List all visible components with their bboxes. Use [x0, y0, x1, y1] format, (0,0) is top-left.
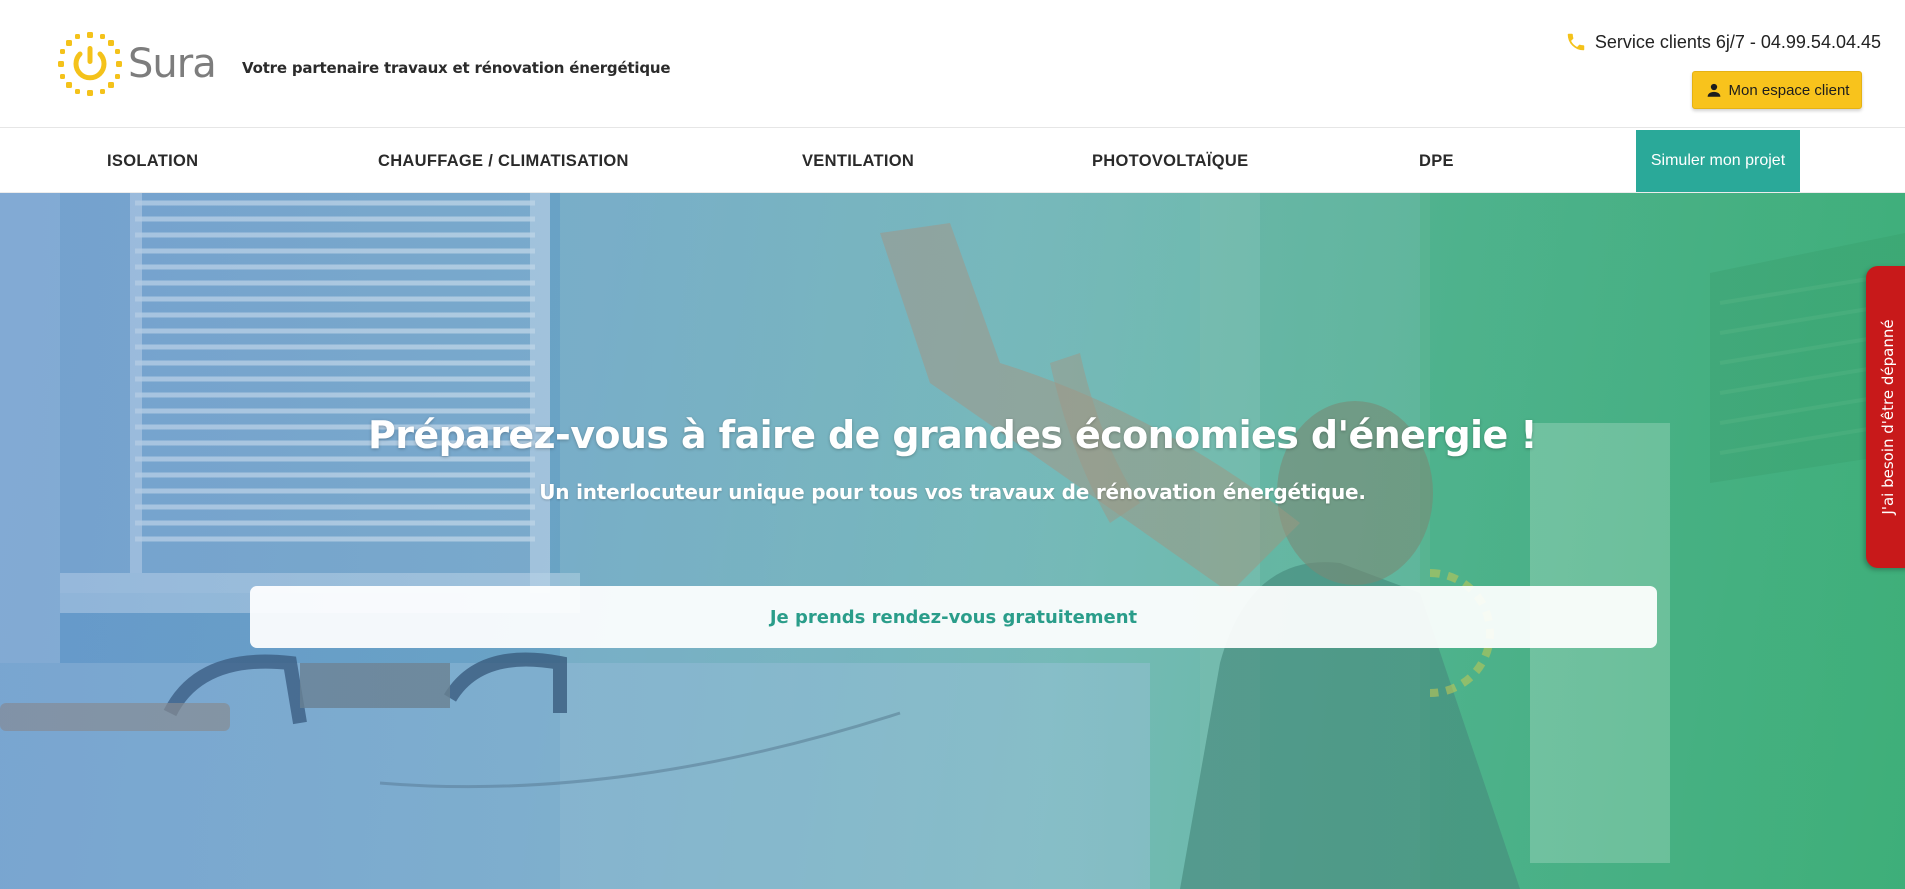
- simulate-project-button[interactable]: Simuler mon projet: [1636, 130, 1800, 192]
- power-sun-icon: [58, 32, 122, 96]
- client-area-label: Mon espace client: [1728, 81, 1850, 99]
- brand-wordmark: Sura: [128, 41, 217, 87]
- hero-color-overlay: [0, 193, 1905, 889]
- hero-banner: Préparez-vous à faire de grandes économi…: [0, 193, 1905, 889]
- nav-item-isolation[interactable]: ISOLATION: [107, 129, 198, 193]
- main-nav: ISOLATION CHAUFFAGE / CLIMATISATION VENT…: [0, 129, 1905, 193]
- breakdown-help-tab[interactable]: J'ai besoin d'être dépanné: [1866, 266, 1905, 568]
- nav-item-chauffage-climatisation[interactable]: CHAUFFAGE / CLIMATISATION: [378, 129, 629, 193]
- site-header: Sura Votre partenaire travaux et rénovat…: [0, 0, 1905, 128]
- phone-icon: [1567, 33, 1585, 51]
- service-text: Service clients 6j/7 - 04.99.54.04.45: [1594, 31, 1881, 52]
- customer-service: Service clients 6j/7 - 04.99.54.04.45: [1565, 31, 1881, 53]
- breakdown-help-label: J'ai besoin d'être dépanné: [1879, 319, 1897, 515]
- nav-item-photovoltaique[interactable]: PHOTOVOLTAÏQUE: [1092, 129, 1248, 193]
- brand-tagline: Votre partenaire travaux et rénovation é…: [242, 59, 671, 77]
- client-area-button[interactable]: Mon espace client: [1692, 71, 1862, 109]
- nav-item-ventilation[interactable]: VENTILATION: [802, 129, 914, 193]
- logo-link[interactable]: Sura: [58, 32, 217, 96]
- hero-title: Préparez-vous à faire de grandes économi…: [368, 413, 1538, 457]
- person-icon: [1707, 83, 1720, 97]
- hero-subtitle: Un interlocuteur unique pour tous vos tr…: [539, 480, 1366, 504]
- book-appointment-button[interactable]: Je prends rendez-vous gratuitement: [250, 586, 1657, 648]
- nav-item-dpe[interactable]: DPE: [1419, 129, 1454, 193]
